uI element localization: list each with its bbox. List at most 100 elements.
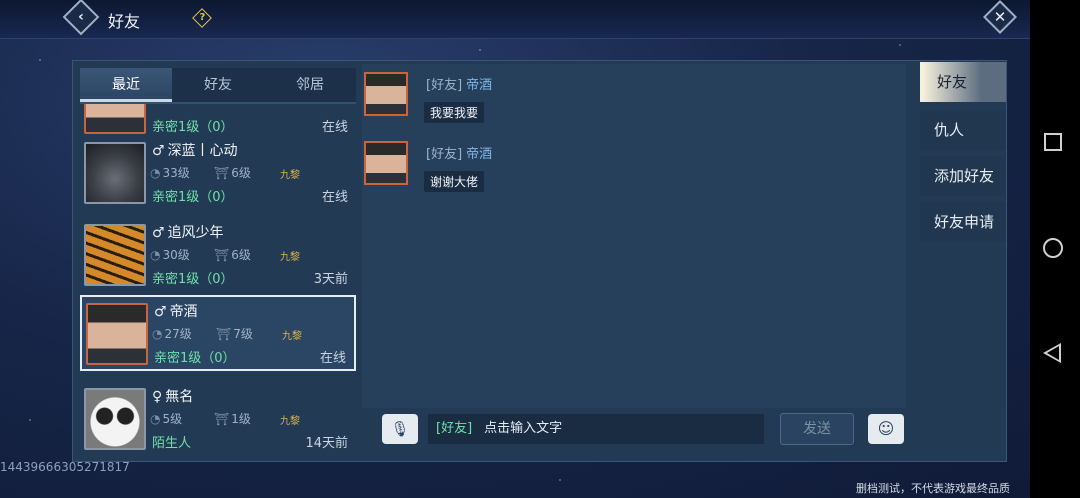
house-level: ⛩ 1级 bbox=[214, 410, 251, 427]
friend-name-text: 深蓝丨心动 bbox=[167, 143, 238, 159]
side-tab-friend-requests[interactable]: 好友申请 bbox=[920, 202, 1006, 242]
male-icon: ♂ bbox=[152, 143, 165, 159]
house-icon: ⛩ bbox=[214, 248, 230, 262]
sender-avatar[interactable] bbox=[364, 141, 408, 185]
chat-input-bar: 🎙 [好友] 点击输入文字 发送 ☺ bbox=[362, 410, 906, 450]
avatar bbox=[84, 388, 146, 450]
back-icon: ‹ bbox=[78, 9, 84, 25]
emoji-icon: ☺ bbox=[877, 419, 895, 438]
level-text: 33级 bbox=[162, 166, 190, 180]
send-button[interactable]: 发送 bbox=[780, 413, 854, 445]
side-tab-friends[interactable]: 好友 bbox=[920, 62, 1006, 102]
house-level: ⛩ 6级 bbox=[214, 164, 251, 181]
chat-input[interactable]: [好友] 点击输入文字 bbox=[428, 414, 764, 444]
home-icon[interactable] bbox=[1043, 238, 1063, 258]
level-icon: ◔ bbox=[150, 248, 161, 262]
male-icon: ♂ bbox=[154, 304, 167, 320]
friend-name: ♂ 帝酒 bbox=[154, 301, 198, 321]
user-id-watermark: 14439666305271817 bbox=[0, 460, 130, 474]
house-level-text: 6级 bbox=[231, 248, 251, 262]
player-level: ◔ 33级 bbox=[150, 164, 190, 181]
intimacy-level: 亲密1级（0） bbox=[152, 272, 234, 287]
intimacy-level: 陌生人 bbox=[152, 436, 192, 451]
help-icon-glyph: ? bbox=[199, 12, 206, 24]
female-icon: ♀ bbox=[152, 389, 163, 405]
intimacy-level: 亲密1级（0） bbox=[154, 351, 236, 366]
list-tabs: 最近 好友 邻居 bbox=[80, 68, 356, 104]
friend-list-section: 最近 好友 邻居 亲密1级（0） 在线 ♂ 深蓝丨心动 ◔ 33级 ⛩ 6级 九黎 亲… bbox=[80, 68, 356, 458]
tab-friends[interactable]: 好友 bbox=[172, 68, 264, 102]
sender-avatar[interactable] bbox=[364, 72, 408, 116]
friend-name-text: 追风少年 bbox=[167, 225, 224, 241]
close-icon: ✕ bbox=[993, 8, 1007, 26]
house-icon: ⛩ bbox=[216, 327, 232, 341]
house-level-text: 7级 bbox=[233, 327, 253, 341]
guild-name: 九黎 bbox=[282, 331, 302, 342]
sender-name[interactable]: 帝酒 bbox=[466, 78, 492, 93]
house-level: ⛩ 6级 bbox=[214, 246, 251, 263]
list-item[interactable]: ♂ 追风少年 ◔ 30级 ⛩ 6级 九黎 亲密1级（0） 3天前 bbox=[80, 218, 356, 294]
level-icon: ◔ bbox=[152, 327, 163, 341]
level-text: 27级 bbox=[164, 327, 192, 341]
microphone-icon: 🎙 bbox=[390, 420, 410, 438]
online-status: 3天前 bbox=[313, 272, 348, 287]
friend-name: ♀ 無名 bbox=[152, 386, 193, 406]
house-level-text: 6级 bbox=[231, 166, 251, 180]
back-button[interactable]: ‹ bbox=[62, 0, 100, 36]
player-level: ◔ 5级 bbox=[150, 410, 182, 427]
message-text: 谢谢大佬 bbox=[424, 171, 485, 192]
help-icon[interactable]: ? bbox=[192, 8, 212, 28]
list-item-selected[interactable]: ♂ 帝酒 ◔ 27级 ⛩ 7级 九黎 亲密1级（0） 在线 bbox=[80, 295, 356, 371]
house-icon: ⛩ bbox=[214, 166, 230, 180]
sender-name[interactable]: 帝酒 bbox=[466, 147, 492, 162]
tab-recent[interactable]: 最近 bbox=[80, 68, 172, 102]
voice-input-button[interactable]: 🎙 bbox=[382, 414, 418, 444]
side-tab-add-friend[interactable]: 添加好友 bbox=[920, 156, 1006, 196]
emoji-button[interactable]: ☺ bbox=[868, 414, 904, 444]
online-status: 在线 bbox=[319, 351, 346, 366]
level-icon: ◔ bbox=[150, 166, 161, 180]
guild-name: 九黎 bbox=[280, 416, 300, 427]
input-placeholder: 点击输入文字 bbox=[484, 421, 563, 436]
male-icon: ♂ bbox=[152, 225, 165, 241]
friend-name: ♂ 深蓝丨心动 bbox=[152, 140, 238, 160]
friend-name-text: 無名 bbox=[165, 389, 194, 405]
message-text: 我要我要 bbox=[424, 102, 485, 123]
online-status: 在线 bbox=[321, 190, 348, 205]
house-level: ⛩ 7级 bbox=[216, 325, 253, 342]
friend-name-text: 帝酒 bbox=[169, 304, 198, 320]
close-button[interactable]: ✕ bbox=[983, 0, 1017, 34]
level-text: 30级 bbox=[162, 248, 190, 262]
player-level: ◔ 30级 bbox=[150, 246, 190, 263]
page-title: 好友 bbox=[108, 12, 141, 31]
list-item[interactable]: ♀ 無名 ◔ 5级 ⛩ 1级 九黎 陌生人 14天前 bbox=[80, 382, 356, 458]
intimacy-level: 亲密1级（0） bbox=[152, 190, 234, 205]
message-sender: [好友] 帝酒 bbox=[426, 143, 492, 162]
player-level: ◔ 27级 bbox=[152, 325, 192, 342]
guild-name: 九黎 bbox=[280, 252, 300, 263]
level-icon: ◔ bbox=[150, 412, 161, 426]
avatar bbox=[86, 303, 148, 365]
tab-neighbors[interactable]: 邻居 bbox=[264, 68, 356, 102]
channel-tag: [好友] bbox=[426, 147, 463, 162]
chat-message: [好友] 帝酒 谢谢大佬 bbox=[362, 137, 882, 197]
level-text: 5级 bbox=[162, 412, 183, 426]
message-sender: [好友] 帝酒 bbox=[426, 74, 492, 93]
chat-message: [好友] 帝酒 我要我要 bbox=[362, 68, 882, 128]
chat-history[interactable]: [好友] 帝酒 我要我要 [好友] 帝酒 谢谢大佬 bbox=[362, 64, 906, 408]
avatar bbox=[84, 224, 146, 286]
test-notice: 删档测试，不代表游戏最终品质 bbox=[856, 482, 1010, 495]
friend-name: ♂ 追风少年 bbox=[152, 222, 224, 242]
house-level-text: 1级 bbox=[231, 412, 251, 426]
recent-apps-icon[interactable] bbox=[1044, 133, 1062, 151]
back-triangle-icon[interactable] bbox=[1043, 343, 1061, 363]
friend-list[interactable]: 亲密1级（0） 在线 ♂ 深蓝丨心动 ◔ 33级 ⛩ 6级 九黎 亲密1级（0） 在线… bbox=[80, 104, 356, 458]
guild-name: 九黎 bbox=[280, 170, 300, 181]
channel-tag: [好友] bbox=[436, 421, 473, 436]
side-tab-enemies[interactable]: 仇人 bbox=[920, 110, 1006, 150]
avatar bbox=[84, 142, 146, 204]
house-icon: ⛩ bbox=[214, 412, 230, 426]
avatar bbox=[84, 104, 146, 134]
top-bar: ‹ 好友 ? ✕ bbox=[0, 0, 1030, 39]
list-item[interactable]: ♂ 深蓝丨心动 ◔ 33级 ⛩ 6级 九黎 亲密1级（0） 在线 bbox=[80, 136, 356, 212]
